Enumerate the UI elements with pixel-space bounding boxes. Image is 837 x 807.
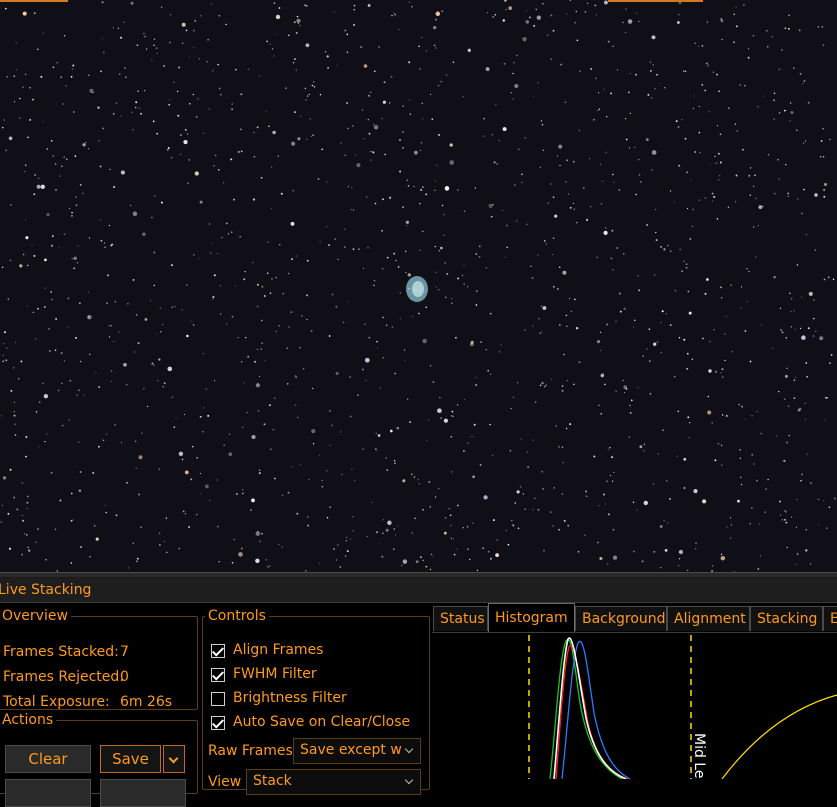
panel-title-bar: Live Stacking (0, 578, 837, 603)
save-button[interactable]: Save (100, 745, 161, 773)
red-channel-curve (555, 645, 629, 779)
frames-stacked-value: 7 (120, 644, 129, 660)
tab-background-label: Background (582, 611, 666, 627)
controls-legend: Controls (208, 608, 266, 624)
brightness-filter-checkbox[interactable] (211, 692, 225, 706)
top-tab-indicator-right (608, 0, 703, 2)
fwhm-filter-label: FWHM Filter (233, 666, 317, 682)
raw-frames-select[interactable]: Save except w (293, 738, 421, 764)
top-tab-indicator-left (0, 0, 68, 2)
transfer-curve (721, 694, 837, 779)
starfield-image (0, 0, 836, 572)
stacked-image-view[interactable] (0, 0, 837, 572)
tab-alignment[interactable]: Alignment (667, 606, 750, 631)
auto-save-label: Auto Save on Clear/Close (233, 714, 411, 730)
tab-alignment-label: Alignment (674, 611, 746, 627)
view-select[interactable]: Stack (246, 769, 421, 795)
histogram-plot: Mid Le (528, 635, 837, 779)
actions-button-row2-left[interactable] (5, 779, 91, 807)
view-select-value: Stack (253, 773, 292, 789)
overview-legend: Overview (2, 608, 68, 624)
chevron-down-icon (404, 744, 414, 754)
save-button-label: Save (112, 750, 149, 768)
tab-stacking-label: Stacking (757, 611, 818, 627)
clear-button-label: Clear (28, 750, 68, 768)
tab-histogram[interactable]: Histogram (488, 603, 575, 632)
mid-level-label: Mid Le (691, 733, 707, 778)
tab-status-label: Status (440, 611, 485, 627)
panel-title: Live Stacking (0, 582, 92, 598)
align-frames-label: Align Frames (233, 642, 324, 658)
live-stacking-panel: Live Stacking Overview Frames Stacked: 7… (0, 578, 837, 807)
auto-save-checkbox[interactable] (211, 716, 225, 730)
tab-histogram-label: Histogram (495, 610, 568, 626)
fwhm-filter-checkbox[interactable] (211, 668, 225, 682)
analysis-tabs: Status Histogram Background Alignment St… (432, 603, 837, 632)
align-frames-checkbox[interactable] (211, 644, 225, 658)
tab-more[interactable]: Er (823, 606, 837, 631)
controls-group: Controls Align Frames FWHM Filter Bright… (202, 608, 430, 795)
clear-button[interactable]: Clear (5, 745, 91, 773)
total-exposure-value: 6m 26s (120, 694, 173, 710)
actions-legend: Actions (2, 712, 54, 728)
blue-channel-curve (561, 640, 631, 779)
total-exposure-label: Total Exposure: (3, 694, 110, 710)
frames-rejected-value: 0 (120, 669, 129, 685)
frames-stacked-label: Frames Stacked: (3, 644, 119, 660)
raw-frames-select-value: Save except w (300, 742, 402, 758)
luminance-curve (553, 637, 627, 779)
actions-button-row2-right[interactable] (100, 779, 186, 807)
raw-frames-label: Raw Frames (208, 743, 293, 759)
histogram-view[interactable]: Mid Le (432, 632, 837, 779)
save-options-dropdown[interactable] (163, 745, 185, 773)
view-label: View (208, 774, 242, 790)
overview-group: Overview Frames Stacked: 7 Frames Reject… (0, 608, 198, 710)
frames-rejected-label: Frames Rejected: (3, 669, 124, 685)
tab-stacking[interactable]: Stacking (750, 606, 823, 631)
tab-background[interactable]: Background (575, 606, 667, 631)
actions-group: Actions Clear Save (0, 712, 198, 807)
tab-status[interactable]: Status (433, 606, 488, 631)
chevron-down-icon (404, 775, 414, 785)
brightness-filter-label: Brightness Filter (233, 690, 347, 706)
tab-more-label: Er (830, 611, 837, 627)
